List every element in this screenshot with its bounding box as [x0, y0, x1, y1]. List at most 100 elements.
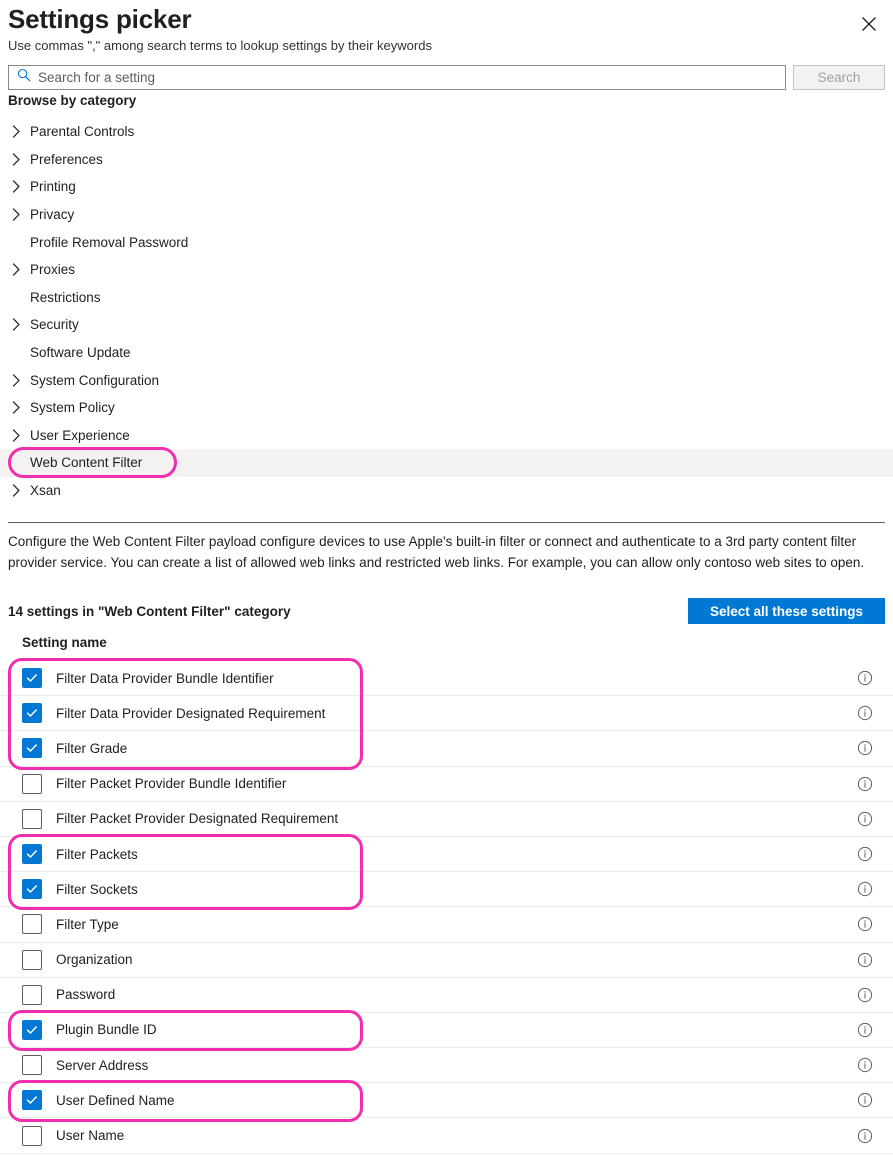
category-item-system-configuration[interactable]: System Configuration — [0, 366, 893, 394]
category-item-label: System Policy — [30, 400, 115, 415]
category-item-label: Parental Controls — [30, 124, 134, 139]
table-row[interactable]: Filter Packet Provider Bundle Identifier — [0, 767, 893, 802]
chevron-right-icon[interactable] — [12, 153, 30, 166]
setting-checkbox[interactable] — [22, 774, 42, 794]
category-description: Configure the Web Content Filter payload… — [8, 531, 887, 573]
table-row[interactable]: User Defined Name — [0, 1083, 893, 1118]
category-item-xsan[interactable]: Xsan — [0, 477, 893, 505]
info-icon[interactable] — [857, 1022, 873, 1038]
search-row: Search — [8, 65, 885, 90]
category-item-label: Security — [30, 317, 79, 332]
table-row[interactable]: Filter Data Provider Designated Requirem… — [0, 696, 893, 731]
setting-checkbox[interactable] — [22, 914, 42, 934]
setting-checkbox[interactable] — [22, 1055, 42, 1075]
search-input[interactable] — [38, 67, 777, 88]
chevron-right-icon[interactable] — [12, 401, 30, 414]
select-all-settings-button[interactable]: Select all these settings — [688, 598, 885, 624]
setting-name-label: Filter Data Provider Bundle Identifier — [56, 671, 274, 686]
category-item-label: Privacy — [30, 207, 74, 222]
category-item-preferences[interactable]: Preferences — [0, 146, 893, 174]
info-icon[interactable] — [857, 705, 873, 721]
category-item-label: Proxies — [30, 262, 75, 277]
table-row[interactable]: Filter Data Provider Bundle Identifier — [0, 661, 893, 696]
setting-checkbox[interactable] — [22, 703, 42, 723]
category-item-restrictions[interactable]: Restrictions — [0, 284, 893, 312]
info-icon[interactable] — [857, 1128, 873, 1144]
info-icon[interactable] — [857, 1092, 873, 1108]
setting-name-label: User Defined Name — [56, 1093, 175, 1108]
table-row[interactable]: Password — [0, 978, 893, 1013]
setting-name-label: Filter Packet Provider Bundle Identifier — [56, 776, 286, 791]
category-item-user-experience[interactable]: User Experience — [0, 422, 893, 450]
search-button[interactable]: Search — [793, 65, 885, 90]
category-item-parental-controls[interactable]: Parental Controls — [0, 118, 893, 146]
category-item-label: Preferences — [30, 152, 103, 167]
table-row[interactable]: Filter Grade — [0, 731, 893, 766]
category-item-label: Profile Removal Password — [30, 235, 188, 250]
setting-name-label: Filter Packets — [56, 847, 138, 862]
close-icon[interactable] — [855, 10, 883, 38]
category-item-profile-removal-password[interactable]: Profile Removal Password — [0, 228, 893, 256]
table-row[interactable]: User Name — [0, 1118, 893, 1153]
category-item-label: Restrictions — [30, 290, 101, 305]
chevron-right-icon[interactable] — [12, 429, 30, 442]
setting-checkbox[interactable] — [22, 879, 42, 899]
chevron-right-icon[interactable] — [12, 318, 30, 331]
info-icon[interactable] — [857, 952, 873, 968]
info-icon[interactable] — [857, 740, 873, 756]
category-item-security[interactable]: Security — [0, 311, 893, 339]
page-title: Settings picker — [8, 4, 191, 35]
info-icon[interactable] — [857, 1057, 873, 1073]
setting-name-label: Filter Packet Provider Designated Requir… — [56, 811, 338, 826]
search-field-wrapper[interactable] — [8, 65, 786, 90]
setting-checkbox[interactable] — [22, 1090, 42, 1110]
category-item-label: Web Content Filter — [30, 455, 142, 470]
setting-name-label: Plugin Bundle ID — [56, 1022, 157, 1037]
info-icon[interactable] — [857, 846, 873, 862]
setting-name-label: Filter Sockets — [56, 882, 138, 897]
info-icon[interactable] — [857, 987, 873, 1003]
info-icon[interactable] — [857, 776, 873, 792]
category-item-web-content-filter[interactable]: Web Content Filter — [0, 449, 893, 477]
info-icon[interactable] — [857, 881, 873, 897]
table-row[interactable]: Filter Sockets — [0, 872, 893, 907]
category-item-printing[interactable]: Printing — [0, 173, 893, 201]
table-row[interactable]: Plugin Bundle ID — [0, 1013, 893, 1048]
setting-name-label: Filter Type — [56, 917, 119, 932]
setting-name-label: Filter Data Provider Designated Requirem… — [56, 706, 325, 721]
setting-checkbox[interactable] — [22, 1126, 42, 1146]
chevron-right-icon[interactable] — [12, 180, 30, 193]
info-icon[interactable] — [857, 811, 873, 827]
chevron-right-icon[interactable] — [12, 484, 30, 497]
table-row[interactable]: Organization — [0, 943, 893, 978]
category-item-label: Printing — [30, 179, 76, 194]
info-icon[interactable] — [857, 916, 873, 932]
chevron-right-icon[interactable] — [12, 374, 30, 387]
category-item-label: Software Update — [30, 345, 131, 360]
table-row[interactable]: Filter Packets — [0, 837, 893, 872]
table-row[interactable]: Filter Type — [0, 907, 893, 942]
setting-name-label: Server Address — [56, 1058, 148, 1073]
setting-checkbox[interactable] — [22, 1020, 42, 1040]
category-item-label: Xsan — [30, 483, 61, 498]
chevron-right-icon[interactable] — [12, 263, 30, 276]
category-item-privacy[interactable]: Privacy — [0, 201, 893, 229]
close-icon-glyph — [861, 16, 877, 32]
category-item-system-policy[interactable]: System Policy — [0, 394, 893, 422]
setting-checkbox[interactable] — [22, 738, 42, 758]
chevron-right-icon[interactable] — [12, 125, 30, 138]
setting-checkbox[interactable] — [22, 809, 42, 829]
category-item-software-update[interactable]: Software Update — [0, 339, 893, 367]
setting-checkbox[interactable] — [22, 668, 42, 688]
table-row[interactable]: Filter Packet Provider Designated Requir… — [0, 802, 893, 837]
setting-name-label: Filter Grade — [56, 741, 127, 756]
setting-checkbox[interactable] — [22, 844, 42, 864]
chevron-right-icon[interactable] — [12, 208, 30, 221]
setting-checkbox[interactable] — [22, 985, 42, 1005]
table-row[interactable]: Server Address — [0, 1048, 893, 1083]
info-icon[interactable] — [857, 670, 873, 686]
category-item-proxies[interactable]: Proxies — [0, 256, 893, 284]
setting-checkbox[interactable] — [22, 950, 42, 970]
category-item-label: User Experience — [30, 428, 130, 443]
setting-name-label: Password — [56, 987, 115, 1002]
